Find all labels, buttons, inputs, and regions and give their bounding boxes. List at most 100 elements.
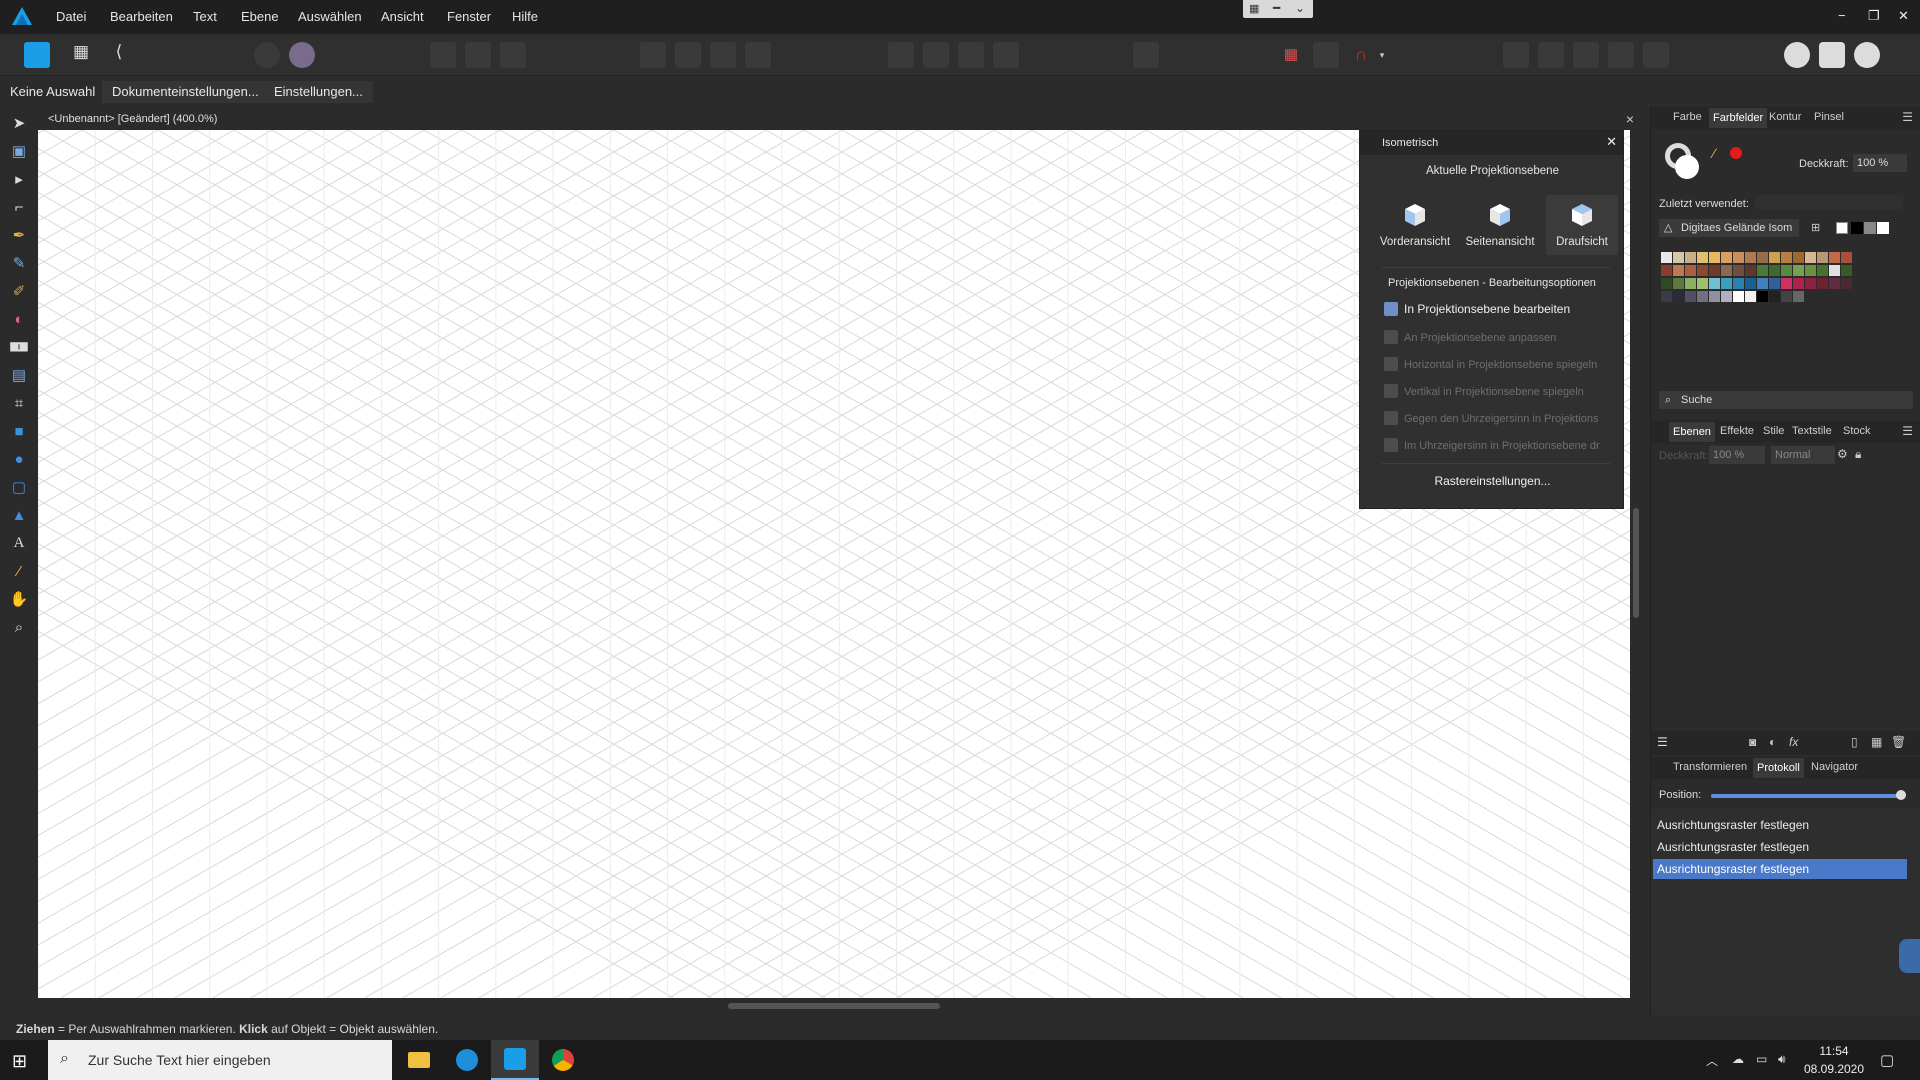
color-swatch[interactable] <box>1793 278 1804 289</box>
export-persona-icon[interactable]: ⟨ <box>106 42 132 68</box>
blend-mode-select[interactable]: Normal <box>1771 446 1835 464</box>
opacity-field[interactable]: 100 % <box>1853 154 1907 172</box>
panel-menu-icon[interactable]: ☰ <box>1902 110 1913 124</box>
current-color-dot[interactable] <box>1730 147 1742 159</box>
add-layer-icon[interactable]: ▯ <box>1851 735 1858 749</box>
color-swatch[interactable] <box>1697 291 1708 302</box>
ellipse-tool-icon[interactable]: ● <box>9 449 29 469</box>
arrange-front-icon[interactable] <box>745 42 771 68</box>
grey-swatch[interactable] <box>1864 222 1876 234</box>
color-swatch[interactable] <box>1685 291 1696 302</box>
color-swatch[interactable] <box>1817 278 1828 289</box>
document-tab[interactable]: <Unbenannt> [Geändert] (400.0%) × <box>38 110 1644 130</box>
tab-effekte[interactable]: Effekte <box>1720 425 1754 437</box>
grid-toggle-icon[interactable]: ▦ <box>1278 42 1304 68</box>
tab-farbe[interactable]: Farbe <box>1673 111 1702 123</box>
recent-colors-strip[interactable] <box>1755 195 1903 209</box>
boolean-subtract-icon[interactable] <box>1538 42 1564 68</box>
rounded-rectangle-tool-icon[interactable]: ▢ <box>9 477 29 497</box>
color-swatch[interactable] <box>1697 278 1708 289</box>
assistant-icon[interactable] <box>254 42 280 68</box>
transparency-tool-icon[interactable]: 🀰 <box>9 337 29 357</box>
color-swatch[interactable] <box>1685 252 1696 263</box>
affinity-designer-taskbar-icon[interactable] <box>491 1040 539 1080</box>
top-view-button[interactable]: Draufsicht <box>1546 195 1618 255</box>
crop-tool-icon[interactable]: ⌗ <box>9 393 29 413</box>
color-swatch[interactable] <box>1769 291 1780 302</box>
tab-farbfelder[interactable]: Farbfelder <box>1709 108 1768 128</box>
tab-pinsel[interactable]: Pinsel <box>1814 111 1844 123</box>
color-swatch[interactable] <box>1721 291 1732 302</box>
color-swatch[interactable] <box>1841 278 1852 289</box>
history-item[interactable]: Ausrichtungsraster festlegen <box>1653 837 1907 857</box>
color-swatch[interactable] <box>1733 291 1744 302</box>
color-swatch[interactable] <box>1733 252 1744 263</box>
snapping-magnet-icon[interactable]: ∩ <box>1348 42 1374 68</box>
layer-settings-gear-icon[interactable]: ⚙ <box>1837 447 1848 461</box>
tray-volume-icon[interactable]: 🔊︎ <box>1778 1052 1786 1067</box>
chrome-icon[interactable] <box>539 1040 587 1080</box>
color-swatch[interactable] <box>1793 252 1804 263</box>
taskbar-search[interactable]: ⌕ Zur Suche Text hier eingeben <box>48 1040 392 1080</box>
color-swatch[interactable] <box>1745 252 1756 263</box>
rotate-cw-icon[interactable] <box>993 42 1019 68</box>
arrange-backward-icon[interactable] <box>675 42 701 68</box>
fill-well[interactable] <box>1675 155 1699 179</box>
horizontal-scrollbar[interactable] <box>38 998 1644 1014</box>
flip-vertical-icon[interactable] <box>923 42 949 68</box>
color-swatch[interactable] <box>1685 278 1696 289</box>
place-image-tool-icon[interactable]: ▤ <box>9 365 29 385</box>
eyedropper-icon[interactable]: ⁄ <box>1713 145 1715 161</box>
transform-mode-icon[interactable] <box>500 42 526 68</box>
color-swatch[interactable] <box>1829 252 1840 263</box>
pen-tool-icon[interactable]: ✒ <box>9 225 29 245</box>
pixel-persona-icon[interactable]: ▦ <box>68 42 94 68</box>
menu-fenster[interactable]: Fenster <box>447 9 491 24</box>
history-item[interactable]: Ausrichtungsraster festlegen <box>1653 815 1907 835</box>
boolean-intersect-icon[interactable] <box>1573 42 1599 68</box>
corner-tool-icon[interactable]: ⌐ <box>9 197 29 217</box>
color-swatch[interactable] <box>1793 265 1804 276</box>
flip-horizontal-icon[interactable] <box>888 42 914 68</box>
move-tool-icon[interactable]: ➤ <box>9 113 29 133</box>
minimize-button[interactable]: − <box>1838 8 1846 23</box>
layers-stack-icon[interactable]: ☰ <box>1657 735 1668 749</box>
position-slider[interactable] <box>1711 790 1906 800</box>
edit-in-plane-option[interactable]: In Projektionsebene bearbeiten <box>1384 302 1620 316</box>
trash-icon[interactable]: 🗑︎ <box>1891 735 1906 749</box>
snapping-options-icon[interactable] <box>1313 42 1339 68</box>
insert-inside-icon[interactable] <box>1784 42 1810 68</box>
color-swatch[interactable] <box>1805 278 1816 289</box>
color-swatch[interactable] <box>1709 265 1720 276</box>
white-swatch[interactable] <box>1877 222 1889 234</box>
brush-tool-icon[interactable]: ✐ <box>9 281 29 301</box>
rectangle-tool-icon[interactable]: ■ <box>9 421 29 441</box>
swatch-grid[interactable] <box>1661 252 1901 327</box>
front-view-button[interactable]: Vorderansicht <box>1379 195 1451 255</box>
color-swatch[interactable] <box>1757 291 1768 302</box>
grid-settings-button[interactable]: Rastereinstellungen... <box>1360 474 1625 488</box>
menu-auswaehlen[interactable]: Auswählen <box>298 9 362 24</box>
palette-selector[interactable]: △ Digitaes Gelände Isom <box>1659 219 1799 237</box>
boolean-add-icon[interactable] <box>1503 42 1529 68</box>
menu-ebene[interactable]: Ebene <box>241 9 279 24</box>
mask-icon[interactable]: ◙ <box>1749 735 1756 749</box>
color-swatch[interactable] <box>1829 265 1840 276</box>
pencil-tool-icon[interactable]: ✎ <box>9 253 29 273</box>
tray-network-icon[interactable]: ▭ <box>1756 1052 1767 1066</box>
tab-ebenen[interactable]: Ebenen <box>1669 422 1715 442</box>
color-swatch[interactable] <box>1781 291 1792 302</box>
color-swatch[interactable] <box>1733 278 1744 289</box>
color-swatch[interactable] <box>1793 291 1804 302</box>
designer-persona-icon[interactable] <box>24 42 50 68</box>
fx-icon[interactable]: fx <box>1789 735 1798 749</box>
color-swatch[interactable] <box>1781 278 1792 289</box>
color-swatch[interactable] <box>1781 265 1792 276</box>
color-swatch[interactable] <box>1733 265 1744 276</box>
color-swatch[interactable] <box>1661 291 1672 302</box>
color-picker-tool-icon[interactable]: ⁄ <box>9 561 29 581</box>
color-swatch[interactable] <box>1673 252 1684 263</box>
color-swatch[interactable] <box>1673 278 1684 289</box>
horizontal-scroll-thumb[interactable] <box>728 1003 940 1009</box>
color-swatch[interactable] <box>1769 265 1780 276</box>
